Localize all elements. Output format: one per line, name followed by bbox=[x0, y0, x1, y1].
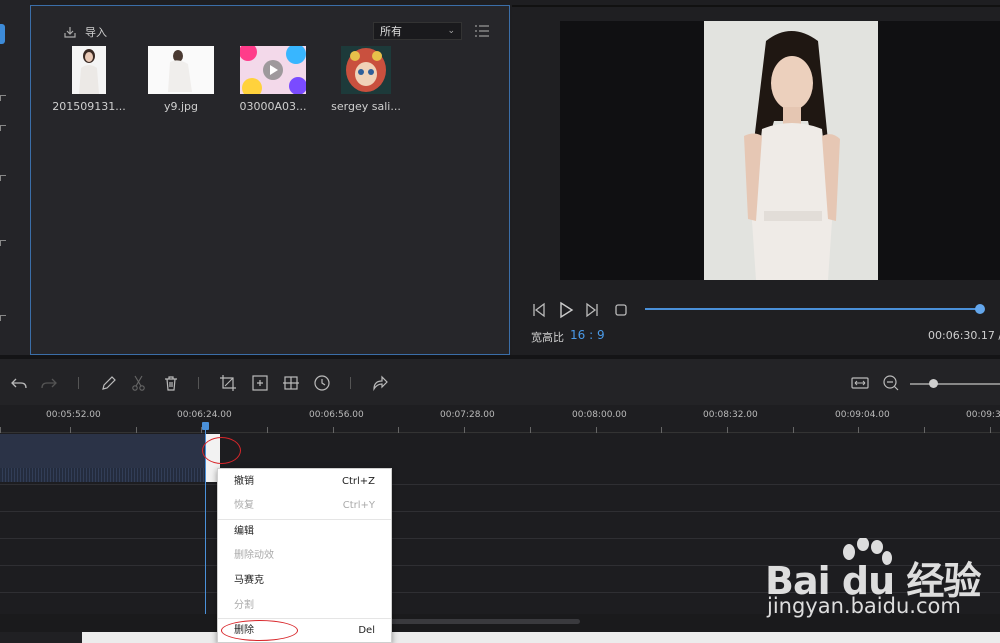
watermark-url: jingyan.baidu.com bbox=[767, 594, 961, 618]
left-nav bbox=[0, 0, 30, 355]
aspect-ratio-value[interactable]: 16 : 9 bbox=[570, 328, 605, 342]
aspect-ratio-label: 宽高比 bbox=[531, 331, 564, 344]
nav-selected-indicator bbox=[0, 24, 5, 44]
menu-item-edit[interactable]: 编辑 bbox=[218, 522, 391, 542]
video-editor-window: 导入 所有 ⌄ 201509131... y9.jpg 03000A03... … bbox=[0, 0, 1000, 643]
nav-icon-4[interactable] bbox=[0, 240, 6, 246]
redo-icon[interactable] bbox=[40, 374, 58, 392]
list-view-icon[interactable] bbox=[474, 23, 490, 39]
audio-waveform bbox=[0, 468, 205, 482]
mosaic-icon[interactable] bbox=[282, 374, 300, 392]
media-item[interactable]: 201509131... bbox=[49, 46, 129, 113]
ruler-tick-label: 00:06:56.00 bbox=[309, 410, 364, 420]
nav-icon-1[interactable] bbox=[0, 95, 6, 101]
menu-item-label: 马赛克 bbox=[234, 575, 264, 586]
edit-pencil-icon[interactable] bbox=[100, 374, 118, 392]
context-menu: 撤销 Ctrl+Z 恢复 Ctrl+Y 编辑 删除动效 马赛克 分割 删除 De… bbox=[217, 468, 392, 643]
media-caption: y9.jpg bbox=[163, 100, 199, 113]
media-thumbnail bbox=[72, 46, 106, 94]
media-thumbnail bbox=[341, 46, 391, 94]
menu-item-split[interactable]: 分割 bbox=[218, 596, 391, 616]
media-caption: sergey sali... bbox=[331, 100, 401, 113]
menu-item-label: 编辑 bbox=[234, 526, 254, 537]
media-library-panel: 导入 所有 ⌄ 201509131... y9.jpg 03000A03... … bbox=[30, 5, 510, 355]
menu-item-undo[interactable]: 撤销 Ctrl+Z bbox=[218, 472, 391, 492]
chevron-down-icon: ⌄ bbox=[447, 26, 455, 36]
timeline-ruler[interactable]: 00:05:52.00 00:06:24.00 00:06:56.00 00:0… bbox=[0, 405, 1000, 433]
media-item[interactable]: y9.jpg bbox=[141, 46, 221, 113]
menu-item-remove-animation[interactable]: 删除动效 bbox=[218, 546, 391, 566]
trash-icon[interactable] bbox=[162, 374, 180, 392]
menu-item-shortcut: Ctrl+Y bbox=[342, 500, 375, 511]
preview-seek-bar[interactable] bbox=[645, 304, 985, 314]
media-caption: 201509131... bbox=[52, 100, 126, 113]
scissors-icon[interactable] bbox=[130, 374, 148, 392]
media-caption: 03000A03... bbox=[239, 100, 307, 113]
highlight-circle-delete bbox=[221, 620, 298, 641]
menu-item-label: 撤销 bbox=[234, 476, 254, 487]
previous-frame-icon[interactable] bbox=[530, 301, 548, 319]
import-icon bbox=[64, 27, 76, 38]
baidu-jingyan-watermark: Bai du 经验 jingyan.baidu.com bbox=[765, 538, 995, 620]
ruler-tick-label: 00:08:00.00 bbox=[572, 410, 627, 420]
import-button[interactable]: 导入 bbox=[63, 24, 107, 40]
ruler-tick-label: 00:05:52.00 bbox=[46, 410, 101, 420]
crop-icon[interactable] bbox=[219, 374, 237, 392]
zoom-out-icon[interactable] bbox=[882, 374, 900, 392]
ruler-tick-label: 00:06:24.00 bbox=[177, 410, 232, 420]
fit-timeline-icon[interactable] bbox=[851, 374, 869, 392]
media-thumbnail bbox=[240, 46, 306, 94]
filter-value: 所有 bbox=[380, 25, 402, 38]
export-share-icon[interactable] bbox=[371, 374, 389, 392]
seek-handle[interactable] bbox=[975, 304, 985, 314]
undo-icon[interactable] bbox=[10, 374, 28, 392]
play-icon[interactable] bbox=[557, 301, 575, 319]
menu-item-redo[interactable]: 恢复 Ctrl+Y bbox=[218, 496, 391, 516]
zoom-slider-track[interactable] bbox=[910, 383, 1000, 385]
menu-item-label: 删除动效 bbox=[234, 550, 274, 561]
menu-item-shortcut: Del bbox=[358, 625, 375, 636]
playhead-handle[interactable] bbox=[202, 422, 209, 430]
speed-clock-icon[interactable] bbox=[313, 374, 331, 392]
ruler-tick-label: 00:09:04.00 bbox=[835, 410, 890, 420]
media-item[interactable]: 03000A03... bbox=[233, 46, 313, 113]
media-item[interactable]: sergey sali... bbox=[326, 46, 406, 113]
menu-item-shortcut: Ctrl+Z bbox=[341, 476, 375, 487]
nav-icon-2[interactable] bbox=[0, 125, 6, 131]
ruler-tick-label: 00:07:28.00 bbox=[440, 410, 495, 420]
ruler-tick-label: 00:09:36 bbox=[966, 410, 1000, 420]
preview-image bbox=[704, 21, 878, 280]
import-label: 导入 bbox=[85, 26, 107, 39]
nav-icon-5[interactable] bbox=[0, 315, 6, 321]
menu-item-label: 分割 bbox=[234, 600, 254, 611]
video-clip[interactable] bbox=[0, 434, 205, 482]
nav-icon-3[interactable] bbox=[0, 175, 6, 181]
zoom-slider-handle[interactable] bbox=[929, 379, 938, 388]
ruler-tick-label: 00:08:32.00 bbox=[703, 410, 758, 420]
timeline-toolbar bbox=[0, 359, 1000, 405]
scrollbar-thumb[interactable] bbox=[380, 619, 580, 624]
stop-icon[interactable] bbox=[612, 301, 630, 319]
menu-item-label: 恢复 bbox=[234, 500, 254, 511]
media-filter-select[interactable]: 所有 ⌄ bbox=[373, 22, 462, 40]
zoom-region-icon[interactable] bbox=[251, 374, 269, 392]
media-thumbnail bbox=[148, 46, 214, 94]
preview-timecode: 00:06:30.17 / 0 bbox=[928, 329, 1000, 342]
highlight-circle-clip bbox=[202, 437, 241, 464]
next-frame-icon[interactable] bbox=[583, 301, 601, 319]
preview-panel: 宽高比 16 : 9 00:06:30.17 / 0 bbox=[512, 5, 1000, 355]
menu-item-mosaic[interactable]: 马赛克 bbox=[218, 571, 391, 591]
